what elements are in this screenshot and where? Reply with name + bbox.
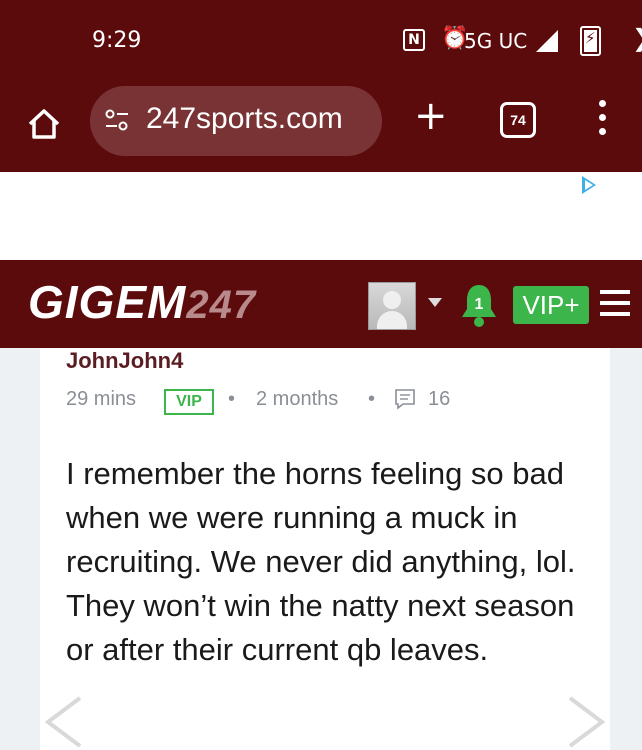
post-card: JohnJohn4 29 mins VIP • 2 months • 16 I … — [40, 348, 610, 750]
meta-separator: • — [228, 388, 236, 410]
post-author[interactable]: JohnJohn4 — [66, 348, 183, 374]
browser-menu-icon[interactable] — [596, 100, 610, 142]
vip-badge: VIP — [164, 389, 214, 415]
new-tab-button[interactable]: + — [414, 96, 448, 136]
chevron-down-icon[interactable] — [428, 298, 442, 307]
network-type: 5G UC — [464, 29, 528, 53]
avatar[interactable] — [368, 282, 416, 330]
site-settings-icon[interactable] — [104, 107, 130, 133]
status-bar: 9:29 N ⏰ 5G UC ⚡ ❯ — [0, 0, 642, 86]
meta-separator: • — [368, 388, 376, 410]
member-tenure: 2 months — [256, 388, 339, 410]
home-icon[interactable] — [26, 106, 62, 142]
site-logo[interactable]: GIGEM247 — [28, 275, 256, 329]
signal-icon — [536, 30, 558, 52]
chevron-right-icon[interactable] — [566, 694, 610, 750]
charging-icon: ⚡ — [585, 29, 596, 47]
page-gutter-right — [610, 348, 642, 750]
comment-count: 16 — [428, 388, 451, 410]
address-bar[interactable]: 247sports.com — [90, 86, 382, 156]
edge-panel-icon[interactable]: ❯ — [632, 24, 642, 52]
browser-toolbar: 247sports.com + 74 — [0, 86, 642, 172]
site-header: GIGEM247 1 VIP+ — [0, 260, 642, 348]
post-time: 29 mins — [66, 388, 137, 410]
notification-count: 1 — [475, 296, 484, 313]
hamburger-menu-icon[interactable] — [600, 290, 630, 323]
nfc-icon: N — [403, 29, 425, 51]
chevron-left-icon[interactable] — [40, 694, 84, 750]
vip-plus-button[interactable]: VIP+ — [513, 286, 589, 324]
page-gutter-left — [0, 348, 40, 750]
comment-icon — [395, 389, 415, 410]
ad-banner[interactable] — [0, 172, 642, 260]
status-time: 9:29 — [92, 28, 142, 53]
tab-switcher-button[interactable]: 74 — [500, 102, 536, 138]
post-body: I remember the horns feeling so bad when… — [66, 456, 576, 667]
notification-bell-icon[interactable]: 1 — [458, 282, 500, 328]
url-text[interactable]: 247sports.com — [146, 102, 343, 136]
